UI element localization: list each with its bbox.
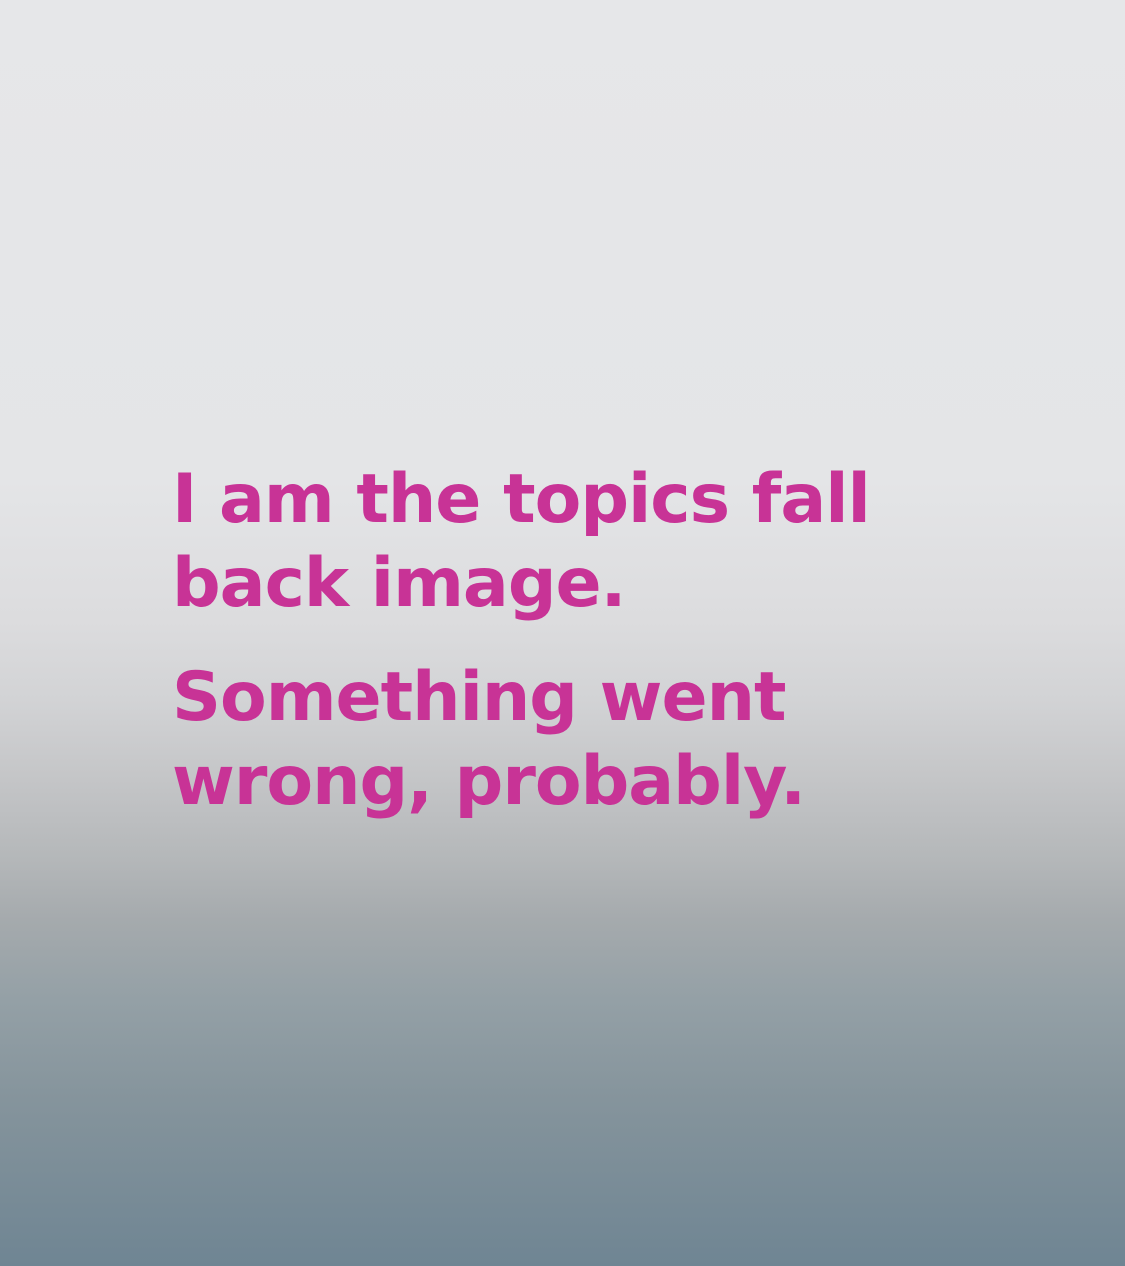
fallback-title: I am the topics fall back image. — [172, 460, 871, 623]
fallback-message: I am the topics fall back image. Somethi… — [172, 458, 872, 824]
fallback-error-text: Something went wrong, probably. — [172, 658, 806, 821]
